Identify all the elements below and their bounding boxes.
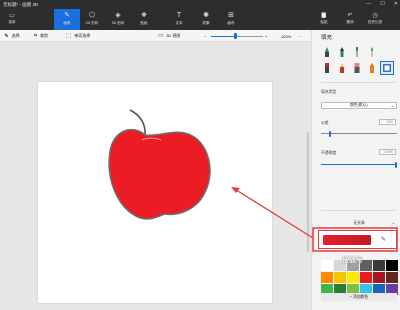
opacity-value[interactable]: 100% xyxy=(379,149,396,155)
eraser-brush[interactable] xyxy=(351,62,363,74)
zoom-value: 100% xyxy=(281,33,292,39)
palette-color-8[interactable] xyxy=(347,272,359,283)
marker-icon xyxy=(325,47,329,57)
apple-drawing xyxy=(108,109,211,220)
ribbon-tool-3[interactable]: ❖ 贴纸 xyxy=(131,9,157,30)
cursor-icon: ⬉ xyxy=(4,33,9,39)
oil-brush[interactable] xyxy=(351,46,363,58)
text-icon: T xyxy=(176,12,182,19)
panel-heading: 填充 xyxy=(321,35,333,41)
eraser-icon xyxy=(354,63,360,73)
zoom-slider-rest[interactable] xyxy=(237,35,263,37)
more-button[interactable]: ··· xyxy=(298,32,302,40)
tolerance-slider-thumb[interactable] xyxy=(328,130,331,137)
palette-color-11[interactable] xyxy=(386,272,398,283)
add-color-button[interactable]: + 添加颜色 xyxy=(321,293,397,301)
fill-type-dropdown[interactable]: 颜色(默认) ⌄ xyxy=(321,102,397,109)
select-tool[interactable]: ⬉ 选择 xyxy=(4,32,20,40)
crayon-brush[interactable] xyxy=(366,62,378,74)
tolerance-label: 公差 xyxy=(321,121,329,125)
brush-icon: ✎ xyxy=(64,12,70,19)
fill-panel: 填充 填充类型 颜色(默认) ⌄ 公差 10% 不透明度 100% 无光泽 ⌄ … xyxy=(311,30,400,310)
fill-bucket-icon xyxy=(383,64,391,72)
crop-tool[interactable]: ⌗ 裁剪 xyxy=(34,32,48,40)
drawing-canvas[interactable] xyxy=(38,82,272,303)
stickers-icon: ❖ xyxy=(140,12,148,19)
ribbon-action-2[interactable]: ◷ 历史记录 xyxy=(363,9,387,30)
menu-button[interactable]: ▭ 菜单 xyxy=(3,10,21,29)
ribbon-tool-4[interactable]: T 文本 xyxy=(166,9,192,30)
pixel-pen-icon xyxy=(325,63,329,73)
chevron-down-icon: ⌄ xyxy=(390,103,394,108)
watermark: 搜狐号 xyxy=(342,257,363,264)
calligraphy-pen-brush[interactable] xyxy=(336,46,348,58)
ribbon-tool-6[interactable]: ⊞ 画布 xyxy=(218,9,244,30)
magic-select-icon: ⬚ xyxy=(66,33,72,39)
palette-color-4[interactable] xyxy=(373,260,385,271)
2d-shapes-icon: ⬠ xyxy=(88,12,96,19)
fill-type-label: 填充类型 xyxy=(321,90,337,94)
marker-brush[interactable] xyxy=(321,46,333,58)
pixel-pen-brush[interactable] xyxy=(321,62,333,74)
ribbon-tool-1[interactable]: ⬠ 2D 形状 xyxy=(79,9,105,30)
3d-view-toggle[interactable]: ▭ 3D 视图 xyxy=(158,32,180,40)
palette-color-7[interactable] xyxy=(334,272,346,283)
chevron-down-icon: ⌄ xyxy=(391,221,395,225)
vertical-scrollbar[interactable] xyxy=(307,132,309,252)
color-selector[interactable]: ✎ xyxy=(318,230,397,249)
current-color-swatch[interactable] xyxy=(323,235,371,245)
ribbon: ▭ 菜单 ✎ 画笔 ⬠ 2D 形状 ◈ 3D 形状 ❖ 贴纸 T 文本 ✺ 效果 ⊞ 画布 📋 粘贴 ↶ 撤消 ◷… xyxy=(0,9,400,30)
divider xyxy=(321,210,396,211)
palette-color-0[interactable] xyxy=(321,260,333,271)
crayon-icon xyxy=(370,63,374,73)
finish-dropdown[interactable]: 无光泽 ⌄ xyxy=(321,220,397,227)
zoom-in-button[interactable]: + xyxy=(265,32,267,40)
history-icon: ◷ xyxy=(372,13,378,19)
palette-color-9[interactable] xyxy=(360,272,372,283)
ribbon-action-0[interactable]: 📋 粘贴 xyxy=(312,9,336,30)
crop-icon: ⌗ xyxy=(34,32,38,39)
ribbon-tool-2[interactable]: ◈ 3D 形状 xyxy=(105,9,131,30)
pencil-icon xyxy=(340,63,344,73)
ribbon-tool-0[interactable]: ✎ 画笔 xyxy=(54,9,80,30)
title-bar: 无标题* - 画图 3D — ☐ ✕ xyxy=(0,0,400,9)
magic-select-tool[interactable]: ⬚ 神奇选择 xyxy=(66,32,90,40)
divider xyxy=(321,82,396,83)
paste-icon: 📋 xyxy=(320,13,328,19)
oil-brush-icon xyxy=(356,47,358,57)
calligraphy-pen-icon xyxy=(340,47,344,57)
zoom-out-button[interactable]: − xyxy=(204,32,206,40)
window-title: 无标题* - 画图 3D xyxy=(3,2,39,7)
3d-shapes-icon: ◈ xyxy=(115,12,121,19)
opacity-slider-track[interactable] xyxy=(321,164,397,165)
canvas-icon: ⊞ xyxy=(228,12,234,19)
apple-body xyxy=(108,128,211,220)
effects-icon: ✺ xyxy=(203,12,209,19)
view3d-icon: ▭ xyxy=(158,33,164,39)
minimize-button[interactable]: — xyxy=(366,1,371,7)
watercolor-icon xyxy=(371,47,373,57)
ribbon-tool-5[interactable]: ✺ 效果 xyxy=(193,9,219,30)
opacity-slider-thumb[interactable] xyxy=(395,161,397,168)
palette-color-6[interactable] xyxy=(321,272,333,283)
watercolor-brush[interactable] xyxy=(366,46,378,58)
eyedropper-icon[interactable]: ✎ xyxy=(381,236,386,243)
ribbon-action-1[interactable]: ↶ 撤消 xyxy=(338,9,362,30)
zoom-slider-thumb[interactable] xyxy=(234,33,237,39)
opacity-label: 不透明度 xyxy=(321,151,337,155)
palette-color-10[interactable] xyxy=(373,272,385,283)
folder-icon: ▭ xyxy=(9,13,15,19)
fill-bucket-brush[interactable] xyxy=(380,61,394,75)
color-palette xyxy=(321,260,398,295)
tolerance-slider-track[interactable] xyxy=(321,133,397,134)
maximize-button[interactable]: ☐ xyxy=(380,1,384,7)
workspace xyxy=(0,42,311,310)
tolerance-value[interactable]: 10% xyxy=(379,119,396,125)
undo-icon: ↶ xyxy=(347,13,353,19)
pencil-brush[interactable] xyxy=(336,62,348,74)
close-button[interactable]: ✕ xyxy=(394,1,398,7)
palette-color-5[interactable] xyxy=(386,260,398,271)
